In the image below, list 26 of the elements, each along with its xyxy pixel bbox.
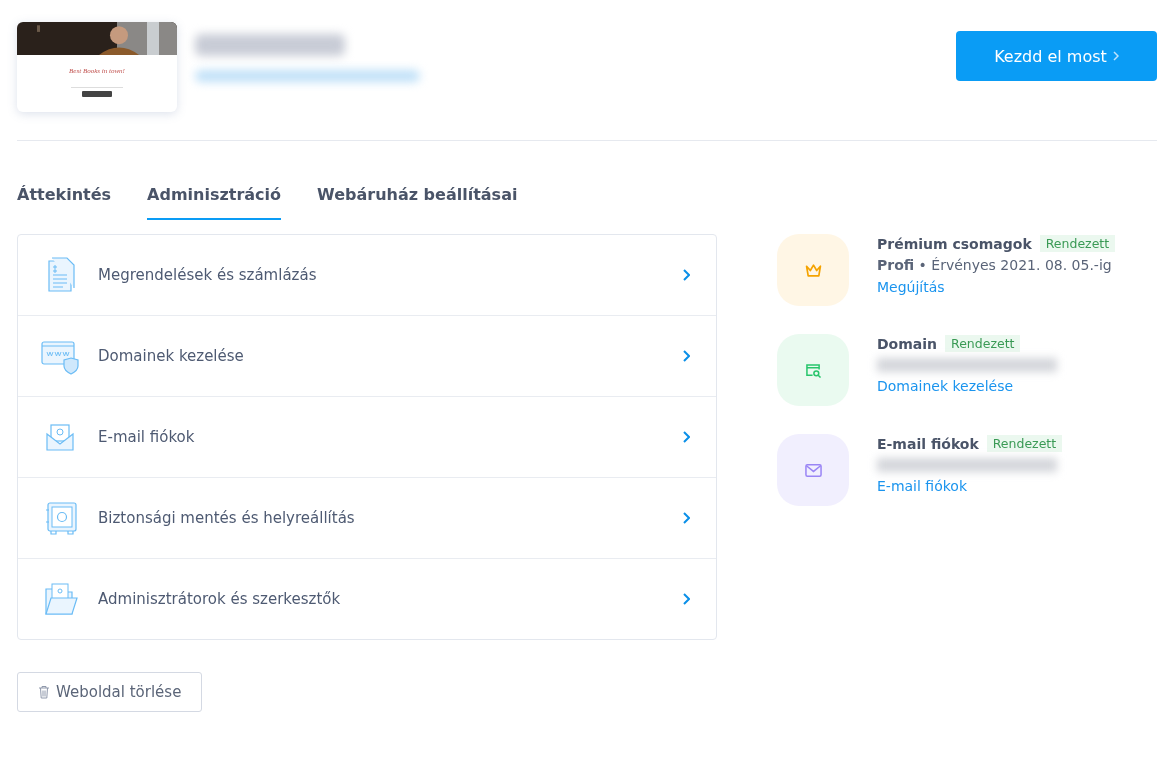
tab[interactable]: Áttekintés [17, 185, 112, 220]
admin-menu-item[interactable]: Domainek kezelése [18, 315, 716, 396]
tab[interactable]: Webáruház beállításai [317, 185, 518, 220]
tab[interactable]: Adminisztráció [147, 185, 282, 220]
admin-menu-item[interactable]: Biztonsági mentés és helyreállítás [18, 477, 716, 558]
chevron-right-icon [1112, 51, 1119, 61]
chevron-right-icon [682, 593, 690, 605]
chevron-right-icon [682, 512, 690, 524]
admin-menu-item[interactable]: E-mail fiókok [18, 396, 716, 477]
service-title: Domain [877, 335, 938, 352]
status-badge: Rendezett [945, 335, 1021, 352]
chevron-right-icon [682, 350, 690, 362]
status-badge: Rendezett [986, 435, 1063, 452]
delete-site-button[interactable]: Weboldal törlése [17, 672, 203, 712]
crown-icon [804, 262, 822, 278]
admin-menu-item[interactable]: Adminisztrátorok és szerkesztők [18, 558, 716, 639]
trash-icon [38, 685, 50, 699]
plan-detail: Profi • Érvényes 2021. 08. 05.-ig [877, 257, 1113, 273]
envelope-icon [804, 462, 822, 478]
window-search-icon [804, 362, 822, 378]
chevron-right-icon [682, 431, 690, 443]
chevron-right-icon [682, 269, 690, 281]
service-title: E-mail fiókok [877, 435, 979, 452]
admin-menu-item[interactable]: Megrendelések és számlázás [18, 235, 716, 315]
service-title: Prémium csomagok [877, 235, 1032, 252]
status-badge: Rendezett [1039, 235, 1116, 252]
